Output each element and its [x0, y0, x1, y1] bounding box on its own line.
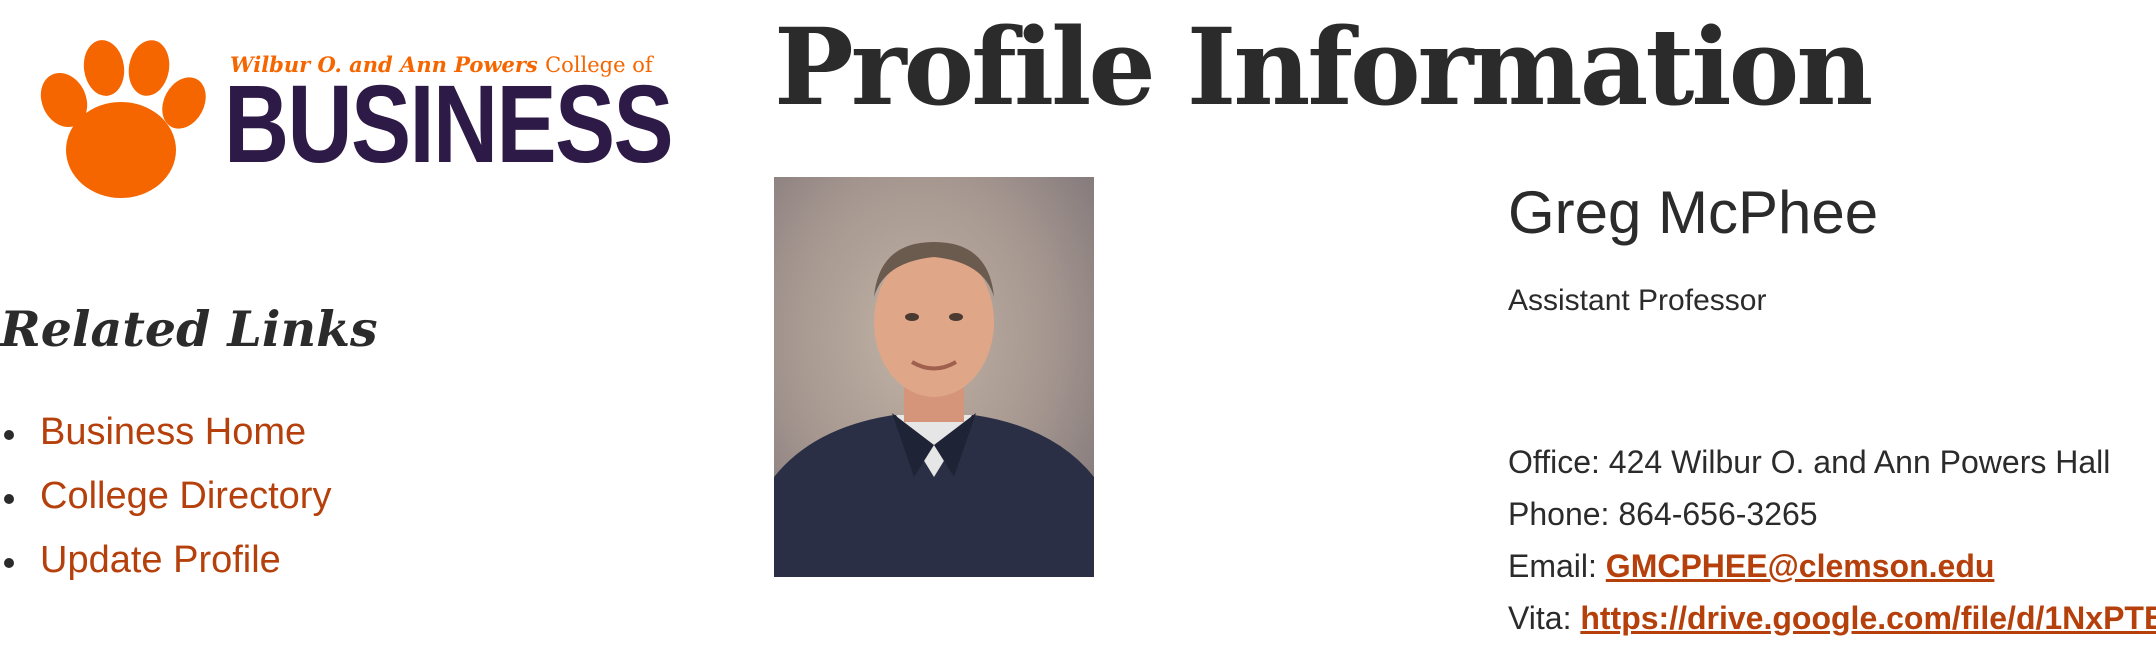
email-label: Email:: [1508, 548, 1597, 584]
phone-value: 864-656-3265: [1618, 496, 1818, 532]
phone-label: Phone:: [1508, 496, 1610, 532]
bullet: [4, 430, 14, 440]
email-link[interactable]: GMCPHEE@clemson.edu: [1606, 548, 1995, 584]
profile-name: Greg McPhee: [1508, 179, 1879, 246]
business-home-link[interactable]: Business Home: [40, 404, 306, 460]
office-value: 424 Wilbur O. and Ann Powers Hall: [1608, 444, 2111, 480]
tiger-paw-icon: [40, 40, 206, 198]
vita-label: Vita:: [1508, 600, 1572, 636]
vita-row: Vita: https://drive.google.com/file/d/1N…: [1508, 592, 2156, 644]
bullet: [4, 494, 14, 504]
business-wordmark: BUSINESS: [224, 63, 674, 186]
update-profile-link[interactable]: Update Profile: [40, 532, 281, 588]
vita-link[interactable]: https://drive.google.com/file/d/1NxPTBIQ: [1580, 600, 2156, 636]
profile-position: Assistant Professor: [1508, 284, 1767, 317]
profile-photo: [774, 177, 1094, 577]
office-label: Office:: [1508, 444, 1600, 480]
bullet: [4, 558, 14, 568]
college-directory-link[interactable]: College Directory: [40, 468, 331, 524]
phone-row: Phone: 864-656-3265: [1508, 488, 2156, 540]
email-row: Email: GMCPHEE@clemson.edu: [1508, 540, 2156, 592]
related-links-heading: Related Links: [0, 300, 378, 358]
contact-info: Office: 424 Wilbur O. and Ann Powers Hal…: [1508, 436, 2156, 644]
office-row: Office: 424 Wilbur O. and Ann Powers Hal…: [1508, 436, 2156, 488]
page-title: Profile Information: [774, 4, 1873, 129]
college-logo[interactable]: Wilbur O. and Ann Powers College of BUSI…: [34, 38, 674, 208]
